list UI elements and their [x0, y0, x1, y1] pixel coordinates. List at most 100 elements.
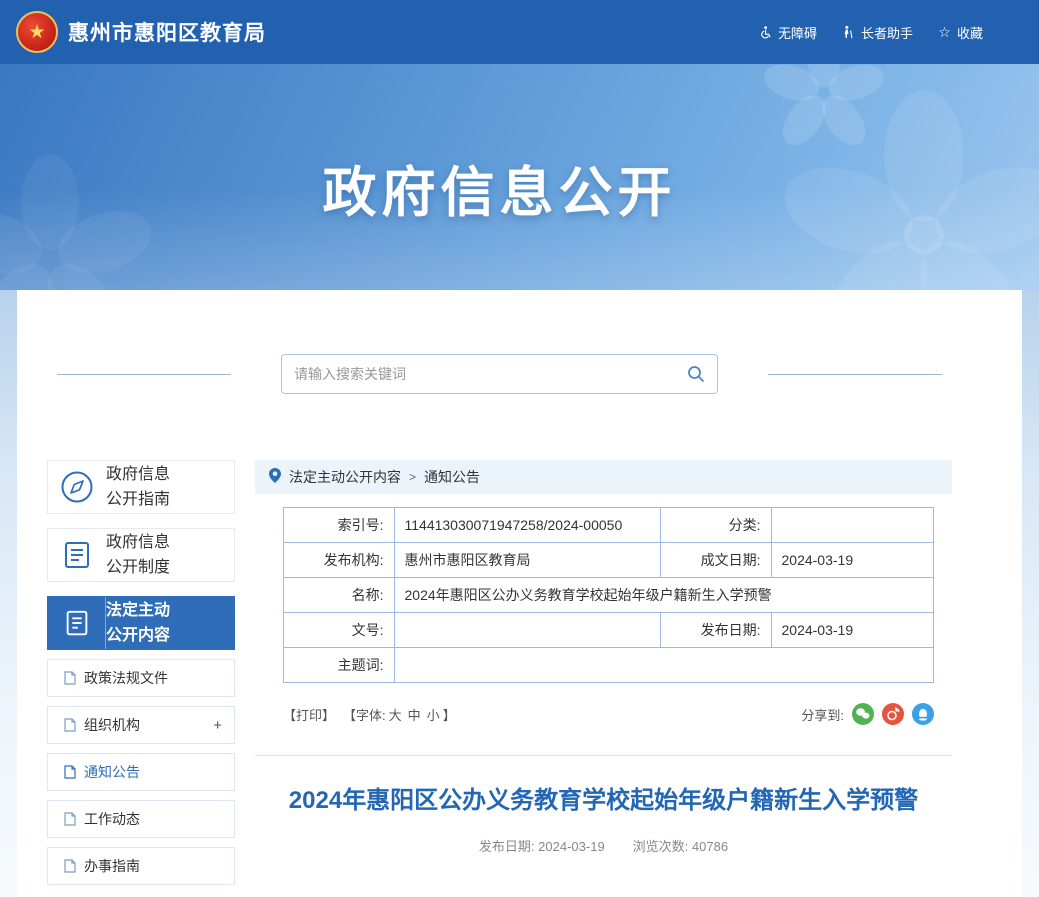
sidebar: 政府信息 公开指南 政府信息 公开制度	[47, 460, 235, 894]
sidebar-subitem-work-updates[interactable]: 工作动态	[47, 800, 235, 838]
search-input[interactable]	[294, 366, 687, 382]
accessibility-label: 无障碍	[778, 23, 817, 42]
article-meta: 发布日期: 2024-03-19 浏览次数: 40786	[255, 836, 952, 855]
doc-icon	[64, 765, 76, 779]
page-background: 政府信息 公开指南 政府信息 公开制度	[0, 290, 1039, 897]
label-line-1: 政府信息	[106, 534, 170, 551]
compass-icon	[48, 470, 106, 504]
subitem-label: 政策法规文件	[84, 668, 168, 688]
print-button[interactable]: 【打印】	[283, 705, 335, 724]
banner: 政府信息公开	[0, 64, 1039, 290]
view-count-label: 浏览次数:	[633, 839, 689, 854]
search-button[interactable]	[687, 365, 705, 383]
elder-helper-label: 长者助手	[861, 23, 913, 42]
label-line-2: 公开制度	[106, 559, 170, 576]
breadcrumb-separator: >	[409, 470, 416, 484]
top-header: ★ 惠州市惠阳区教育局 无障碍 长者助手 ☆ 收藏	[0, 0, 1039, 64]
article-toolbar: 【打印】 【字体: 大 中 小 】 分享到:	[283, 703, 934, 725]
accessibility-icon	[758, 25, 773, 40]
field-value-index: 114413030071947258/2024-00050	[394, 508, 661, 543]
top-links: 无障碍 长者助手 ☆ 收藏	[758, 23, 983, 42]
sidebar-item-legal-disclosure[interactable]: 法定主动 公开内容	[47, 596, 235, 650]
view-count-value: 40786	[692, 839, 728, 854]
site-brand[interactable]: ★ 惠州市惠阳区教育局	[16, 11, 266, 53]
emblem-star-icon: ★	[28, 23, 45, 42]
view-count: 浏览次数: 40786	[633, 836, 728, 855]
decorative-line-left	[57, 374, 231, 375]
document-meta-table: 索引号: 114413030071947258/2024-00050 分类: 发…	[283, 507, 934, 683]
favorite-link[interactable]: ☆ 收藏	[937, 23, 983, 42]
field-value-agency: 惠州市惠阳区教育局	[394, 543, 661, 578]
search-section	[47, 354, 952, 394]
accessibility-link[interactable]: 无障碍	[758, 23, 817, 42]
list-document-icon	[48, 539, 106, 571]
main-columns: 政府信息 公开指南 政府信息 公开制度	[47, 460, 952, 894]
breadcrumb-parent[interactable]: 法定主动公开内容	[289, 467, 401, 487]
table-row: 发布机构: 惠州市惠阳区教育局 成文日期: 2024-03-19	[284, 543, 934, 578]
sidebar-subitem-notices[interactable]: 通知公告	[47, 753, 235, 791]
favorite-label: 收藏	[957, 23, 983, 42]
font-label-close: 】	[443, 705, 456, 724]
expand-plus-icon[interactable]: +	[213, 717, 222, 734]
wechat-share-icon[interactable]	[852, 703, 874, 725]
label-line-2: 公开内容	[106, 627, 170, 644]
field-value-written-date: 2024-03-19	[771, 543, 934, 578]
table-row: 名称: 2024年惠阳区公办义务教育学校起始年级户籍新生入学预警	[284, 578, 934, 613]
subitem-label: 组织机构	[84, 715, 140, 735]
sidebar-item-system[interactable]: 政府信息 公开制度	[47, 528, 235, 582]
doc-icon	[64, 671, 76, 685]
content-card: 政府信息 公开指南 政府信息 公开制度	[17, 290, 1022, 897]
label-line-1: 法定主动	[106, 602, 170, 619]
font-label-open: 【字体:	[343, 705, 386, 724]
subitem-label: 通知公告	[84, 762, 140, 782]
field-label-index: 索引号:	[284, 508, 395, 543]
divider	[255, 755, 952, 756]
field-label-name: 名称:	[284, 578, 395, 613]
publish-date-value: 2024-03-19	[538, 839, 605, 854]
document-icon	[48, 597, 106, 649]
sidebar-subitem-service-guide[interactable]: 办事指南	[47, 847, 235, 885]
table-row: 文号: 发布日期: 2024-03-19	[284, 613, 934, 648]
sidebar-subitem-policy-files[interactable]: 政策法规文件	[47, 659, 235, 697]
font-size-control: 【字体: 大 中 小 】	[343, 705, 456, 724]
font-large-button[interactable]: 大	[389, 705, 402, 724]
label-line-1: 政府信息	[106, 466, 170, 483]
field-value-doc-number	[394, 613, 661, 648]
article-title: 2024年惠阳区公办义务教育学校起始年级户籍新生入学预警	[261, 782, 946, 820]
search-icon	[687, 365, 705, 383]
sidebar-item-guide[interactable]: 政府信息 公开指南	[47, 460, 235, 514]
field-label-keywords: 主题词:	[284, 648, 395, 683]
subitem-label: 办事指南	[84, 856, 140, 876]
field-value-publish-date: 2024-03-19	[771, 613, 934, 648]
field-label-agency: 发布机构:	[284, 543, 395, 578]
site-name: 惠州市惠阳区教育局	[68, 17, 266, 47]
decorative-line-right	[768, 374, 942, 375]
search-box	[281, 354, 718, 394]
field-label-doc-number: 文号:	[284, 613, 395, 648]
field-value-keywords	[394, 648, 934, 683]
table-row: 主题词:	[284, 648, 934, 683]
main-content: 法定主动公开内容 > 通知公告 索引号: 114413030071947258/…	[255, 460, 952, 894]
qq-share-icon[interactable]	[912, 703, 934, 725]
weibo-share-icon[interactable]	[882, 703, 904, 725]
subitem-label: 工作动态	[84, 809, 140, 829]
field-label-publish-date: 发布日期:	[661, 613, 772, 648]
sidebar-submenu: 政策法规文件 组织机构 + 通知公告 工作	[47, 659, 235, 885]
page: ★ 惠州市惠阳区教育局 无障碍 长者助手 ☆ 收藏	[0, 0, 1039, 897]
sidebar-subitem-organization[interactable]: 组织机构 +	[47, 706, 235, 744]
publish-date-label: 发布日期:	[479, 839, 535, 854]
field-value-category	[771, 508, 934, 543]
location-pin-icon	[269, 468, 281, 486]
doc-icon	[64, 859, 76, 873]
elder-person-icon	[841, 25, 856, 40]
star-icon: ☆	[937, 25, 952, 40]
publish-date: 发布日期: 2024-03-19	[479, 836, 605, 855]
share-section: 分享到:	[801, 703, 934, 725]
banner-title: 政府信息公开	[0, 148, 999, 227]
font-medium-button[interactable]: 中	[408, 705, 421, 724]
field-label-written-date: 成文日期:	[661, 543, 772, 578]
breadcrumb-current[interactable]: 通知公告	[424, 467, 480, 487]
share-label: 分享到:	[801, 705, 844, 724]
elder-helper-link[interactable]: 长者助手	[841, 23, 913, 42]
font-small-button[interactable]: 小	[427, 705, 440, 724]
